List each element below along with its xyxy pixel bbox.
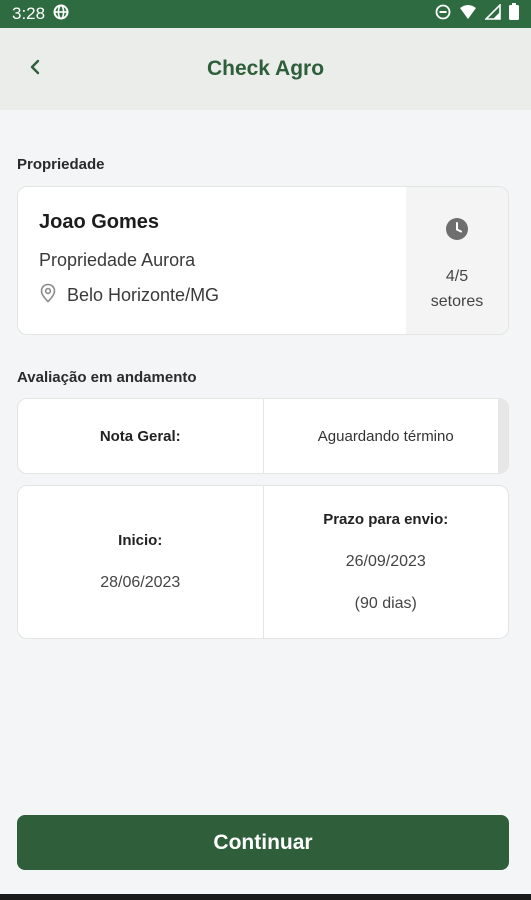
location-text: Belo Horizonte/MG xyxy=(67,285,220,305)
property-name: Propriedade Aurora xyxy=(39,250,196,270)
page-title: Check Agro xyxy=(206,57,325,80)
status-right xyxy=(435,2,519,25)
property-section-label: Propriedade xyxy=(17,156,105,173)
property-info: Joao Gomes Propriedade Aurora Belo Horiz… xyxy=(18,187,406,334)
property-location: Belo Horizonte/MG xyxy=(39,283,406,308)
evaluation-section-label: Avaliação em andamento xyxy=(17,369,197,386)
nota-geral-label: Nota Geral: xyxy=(18,399,264,473)
deadline-days: (90 dias) xyxy=(354,595,417,612)
nota-geral-value: Aguardando término xyxy=(317,427,454,445)
sectors-label: setores xyxy=(430,293,484,310)
continue-button[interactable]: Continuar xyxy=(17,815,509,870)
start-date-value: 28/06/2023 xyxy=(100,574,181,591)
owner-name: Joao Gomes xyxy=(39,211,160,233)
property-card[interactable]: Joao Gomes Propriedade Aurora Belo Horiz… xyxy=(17,186,509,335)
status-time: 3:28 xyxy=(12,4,46,23)
start-date-label: Inicio: xyxy=(118,532,163,549)
location-pin-icon xyxy=(39,283,57,308)
nota-geral-card: Nota Geral: Aguardando término xyxy=(17,398,509,474)
deadline-column: Prazo para envio: 26/09/2023 (90 dias) xyxy=(264,486,509,638)
sectors-panel: 4/5 setores xyxy=(406,187,508,334)
deadline-date: 26/09/2023 xyxy=(345,553,426,570)
chevron-left-icon xyxy=(28,59,42,80)
back-button[interactable] xyxy=(20,54,50,84)
sectors-count: 4/5 setores xyxy=(431,264,483,314)
dates-card: Inicio: 28/06/2023 Prazo para envio: 26/… xyxy=(17,485,509,639)
globe-icon xyxy=(53,4,69,25)
status-bar: 3:28 xyxy=(0,0,531,28)
app-bar: Check Agro xyxy=(0,28,531,110)
status-left: 3:28 xyxy=(12,4,69,25)
clock-icon xyxy=(445,217,469,246)
battery-icon xyxy=(509,3,519,25)
system-nav-bar xyxy=(0,894,531,900)
signal-icon xyxy=(484,2,501,25)
do-not-disturb-icon xyxy=(435,4,451,25)
deadline-label: Prazo para envio: xyxy=(323,511,449,528)
start-date-column: Inicio: 28/06/2023 xyxy=(18,486,264,638)
sectors-progress: 4/5 xyxy=(445,268,469,285)
wifi-icon xyxy=(459,4,477,25)
scroll-indicator xyxy=(498,399,508,473)
